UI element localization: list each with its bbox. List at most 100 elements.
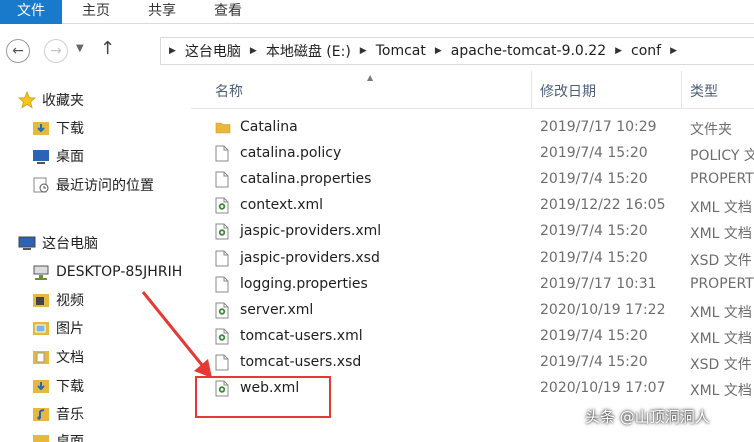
file-type: XML 文档 bbox=[690, 200, 752, 217]
breadcrumb-separator-icon[interactable]: ▶ bbox=[615, 46, 622, 56]
file-date-modified: 2019/7/17 10:31 bbox=[540, 275, 657, 292]
breadcrumb-conf[interactable]: conf bbox=[631, 43, 661, 59]
file-row[interactable]: context.xml 2019/12/22 16:05 XML 文档 bbox=[191, 193, 754, 219]
column-header-row: ▲ 名称 修改日期 类型 bbox=[191, 71, 754, 109]
address-row: ← → ▼ ↑ ▶ 这台电脑 ▶ 本地磁盘 (E:) ▶ Tomcat ▶ ap… bbox=[0, 25, 754, 71]
nav-this-pc-label: 这台电脑 bbox=[42, 236, 98, 252]
file-name: Catalina bbox=[240, 119, 298, 135]
breadcrumb-separator-icon[interactable]: ▶ bbox=[435, 46, 442, 56]
file-type: XML 文档 bbox=[690, 226, 752, 243]
file-date-modified: 2020/10/19 17:07 bbox=[540, 380, 666, 396]
recent-places-icon bbox=[33, 177, 49, 193]
videos-folder-icon bbox=[33, 294, 49, 307]
document-icon bbox=[215, 354, 229, 375]
column-name[interactable]: 名称 bbox=[215, 81, 243, 101]
nav-this-pc[interactable]: 这台电脑 bbox=[18, 231, 98, 255]
file-date-modified: 2019/7/4 15:20 bbox=[540, 327, 648, 344]
breadcrumb-this-pc[interactable]: 这台电脑 bbox=[185, 41, 241, 61]
file-row[interactable]: jaspic-providers.xsd 2019/7/4 15:20 XSD 文件 bbox=[191, 246, 754, 272]
file-name: tomcat-users.xsd bbox=[240, 353, 362, 370]
nav-videos[interactable]: 视频 bbox=[32, 288, 84, 312]
nav-documents-label: 文档 bbox=[56, 350, 84, 366]
file-row[interactable]: tomcat-users.xml 2019/7/4 15:20 XML 文档 bbox=[191, 324, 754, 350]
desktop-icon bbox=[33, 150, 49, 164]
nav-pictures[interactable]: 图片 bbox=[32, 316, 84, 340]
nav-music[interactable]: 音乐 bbox=[32, 402, 84, 426]
column-divider[interactable] bbox=[531, 71, 532, 109]
column-type[interactable]: 类型 bbox=[690, 81, 718, 101]
address-bar[interactable]: ▶ 这台电脑 ▶ 本地磁盘 (E:) ▶ Tomcat ▶ apache-tom… bbox=[160, 37, 754, 65]
network-computer-icon bbox=[33, 265, 49, 280]
nav-desktop[interactable]: 桌面 bbox=[32, 144, 84, 168]
nav-videos-label: 视频 bbox=[56, 293, 84, 309]
nav-downloads-pc[interactable]: 下载 bbox=[32, 374, 84, 398]
file-row[interactable]: tomcat-users.xsd 2019/7/4 15:20 XSD 文件 bbox=[191, 350, 754, 376]
document-icon bbox=[215, 171, 229, 192]
file-type: PROPERT bbox=[690, 171, 754, 188]
document-icon bbox=[215, 250, 229, 271]
highlight-box bbox=[195, 376, 331, 418]
ribbon-tabs: 文件 主页 共享 查看 bbox=[0, 0, 754, 24]
file-row[interactable]: server.xml 2020/10/19 17:22 XML 文档 bbox=[191, 298, 754, 324]
computer-icon bbox=[18, 236, 36, 250]
breadcrumb-separator-icon[interactable]: ▶ bbox=[360, 46, 367, 56]
star-icon bbox=[18, 91, 36, 109]
file-type: XML 文档 bbox=[690, 330, 752, 347]
breadcrumb-separator-icon[interactable]: ▶ bbox=[250, 46, 257, 56]
chevron-down-icon[interactable]: ▼ bbox=[76, 43, 84, 54]
nav-downloads-pc-label: 下载 bbox=[56, 379, 84, 395]
file-date-modified: 2019/7/4 15:20 bbox=[540, 249, 648, 266]
breadcrumb-separator-icon[interactable]: ▶ bbox=[169, 46, 176, 56]
nav-favorites-label: 收藏夹 bbox=[42, 93, 84, 109]
file-name: jaspic-providers.xsd bbox=[240, 249, 380, 266]
file-row[interactable]: Catalina 2019/7/17 10:29 文件夹 bbox=[191, 115, 754, 141]
nav-desktop-pc-label: 桌面 bbox=[56, 434, 84, 442]
up-arrow-icon[interactable]: ↑ bbox=[100, 38, 115, 59]
nav-downloads[interactable]: 下载 bbox=[32, 116, 84, 140]
pictures-folder-icon bbox=[33, 322, 49, 335]
nav-desktop-pc[interactable]: 桌面 bbox=[32, 429, 84, 442]
file-row[interactable]: logging.properties 2019/7/17 10:31 PROPERT bbox=[191, 272, 754, 298]
breadcrumb-separator-icon[interactable]: ▶ bbox=[670, 46, 677, 56]
file-name: context.xml bbox=[240, 197, 324, 214]
file-row[interactable]: catalina.properties 2019/7/4 15:20 PROPERT bbox=[191, 167, 754, 193]
xml-file-icon bbox=[215, 197, 229, 218]
document-icon bbox=[215, 145, 229, 166]
nav-recent[interactable]: 最近访问的位置 bbox=[32, 173, 154, 197]
file-name: server.xml bbox=[240, 301, 314, 318]
folder-icon bbox=[215, 119, 231, 139]
column-date-modified[interactable]: 修改日期 bbox=[540, 81, 596, 101]
file-date-modified: 2019/12/22 16:05 bbox=[540, 197, 666, 214]
file-name: catalina.policy bbox=[240, 145, 342, 162]
xml-file-icon bbox=[215, 302, 229, 323]
nav-favorites[interactable]: 收藏夹 bbox=[18, 88, 84, 112]
breadcrumb-tomcat[interactable]: Tomcat bbox=[376, 43, 426, 59]
tab-share[interactable]: 共享 bbox=[134, 0, 190, 24]
document-icon bbox=[215, 276, 229, 297]
nav-pictures-label: 图片 bbox=[56, 321, 84, 337]
column-divider[interactable] bbox=[681, 71, 682, 109]
watermark: 头条 @山顶洞洞人 bbox=[585, 408, 710, 426]
nav-documents[interactable]: 文档 bbox=[32, 345, 84, 369]
breadcrumb-apache-tomcat[interactable]: apache-tomcat-9.0.22 bbox=[451, 43, 606, 59]
back-arrow-icon[interactable]: ← bbox=[6, 39, 30, 63]
tab-view[interactable]: 查看 bbox=[200, 0, 256, 24]
file-type: XSD 文件 bbox=[690, 356, 752, 373]
file-type: XML 文档 bbox=[690, 383, 752, 399]
breadcrumb-drive-e[interactable]: 本地磁盘 (E:) bbox=[266, 41, 351, 61]
tab-file[interactable]: 文件 bbox=[0, 0, 62, 24]
download-folder-icon bbox=[33, 380, 49, 393]
desktop-folder-icon bbox=[33, 435, 49, 442]
file-name: tomcat-users.xml bbox=[240, 327, 363, 344]
download-folder-icon bbox=[33, 122, 49, 135]
forward-arrow-icon[interactable]: → bbox=[44, 39, 68, 63]
nav-network-pc[interactable]: DESKTOP-85JHRIH bbox=[32, 260, 182, 284]
nav-downloads-label: 下载 bbox=[56, 121, 84, 137]
file-row[interactable]: jaspic-providers.xml 2019/7/4 15:20 XML 文档 bbox=[191, 219, 754, 245]
xml-file-icon bbox=[215, 223, 229, 244]
documents-folder-icon bbox=[33, 351, 49, 364]
sort-ascending-icon: ▲ bbox=[367, 73, 374, 82]
file-row[interactable]: catalina.policy 2019/7/4 15:20 POLICY 文 bbox=[191, 141, 754, 167]
xml-file-icon bbox=[215, 328, 229, 349]
tab-home[interactable]: 主页 bbox=[68, 0, 124, 24]
